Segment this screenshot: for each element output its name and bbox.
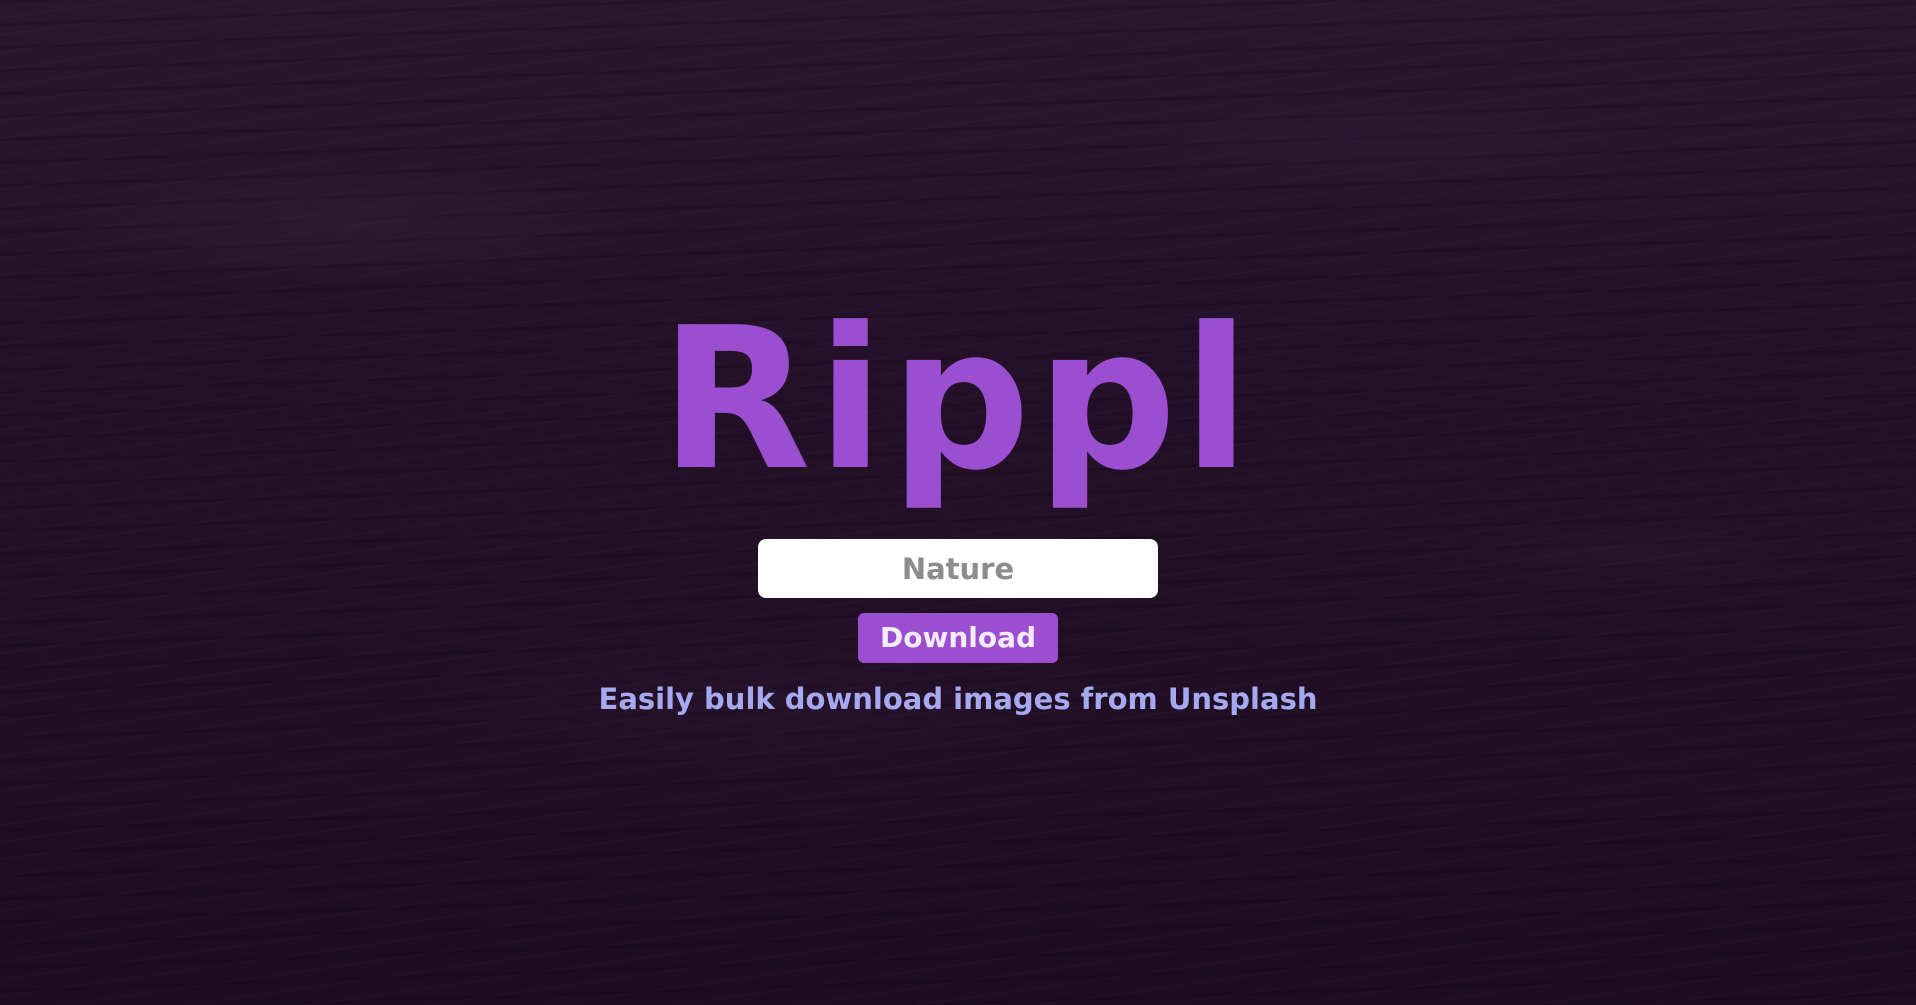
download-button[interactable]: Download xyxy=(858,613,1058,663)
hero-section: Rippl Download Easily bulk download imag… xyxy=(0,0,1916,1005)
search-input[interactable] xyxy=(758,539,1158,598)
app-title: Rippl xyxy=(660,286,1256,514)
tagline: Easily bulk download images from Unsplas… xyxy=(598,682,1318,716)
